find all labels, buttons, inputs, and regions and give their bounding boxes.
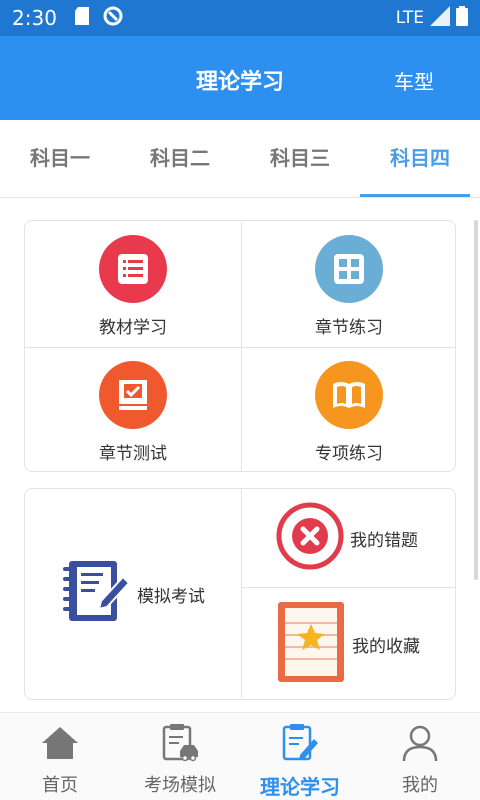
notebook-pen-icon (61, 557, 131, 631)
tab-subject-4[interactable]: 科目四 (360, 120, 480, 197)
nav-exam-simulation[interactable]: 考场模拟 (120, 713, 240, 800)
nav-theory-study-label: 理论学习 (260, 775, 340, 799)
app-bar: 理论学习 车型 (0, 36, 480, 120)
mock-exam-button[interactable]: 模拟考试 (25, 489, 241, 699)
my-wrong-questions-label: 我的错题 (350, 530, 418, 551)
sd-card-icon (74, 6, 89, 30)
nav-theory-study[interactable]: 理论学习 (240, 713, 360, 800)
signal-icon (430, 5, 450, 31)
status-time: 2:30 (12, 6, 57, 30)
book-icon (315, 361, 383, 429)
status-right: LTE (395, 5, 468, 31)
scrollbar[interactable] (474, 220, 478, 580)
exam-car-icon (160, 723, 200, 767)
chapter-practice-button[interactable]: 章节练习 (241, 221, 457, 347)
wrong-x-icon (276, 502, 344, 574)
tab-subject-1[interactable]: 科目一 (0, 120, 120, 197)
textbook-icon (99, 235, 167, 303)
bottom-navigation: 首页 考场模拟 理论学习 我的 (0, 712, 480, 800)
star-note-icon (276, 600, 346, 688)
mock-exam-label: 模拟考试 (137, 586, 205, 607)
special-practice-label: 专项练习 (315, 444, 383, 464)
nav-home-label: 首页 (42, 775, 78, 796)
chapter-test-label: 章节测试 (99, 444, 167, 464)
subject-tabs: 科目一 科目二 科目三 科目四 (0, 120, 480, 198)
grid-icon (315, 235, 383, 303)
car-type-button[interactable]: 车型 (394, 66, 434, 95)
tab-subject-3[interactable]: 科目三 (240, 120, 360, 197)
study-pen-icon (280, 723, 320, 767)
textbook-study-button[interactable]: 教材学习 (25, 221, 241, 347)
chapter-practice-label: 章节练习 (315, 318, 383, 338)
my-favorites-label: 我的收藏 (352, 636, 420, 657)
special-practice-button[interactable]: 专项练习 (241, 347, 457, 473)
battery-icon (456, 5, 468, 31)
main-content: 教材学习 章节练习 章节测试 专项练习 模拟考试 我的错题 我的收藏 (0, 198, 480, 712)
nav-exam-simulation-label: 考场模拟 (144, 775, 216, 796)
status-bar: 2:30 LTE (0, 0, 480, 36)
my-wrong-questions-button[interactable]: 我的错题 (242, 489, 456, 587)
my-favorites-button[interactable]: 我的收藏 (242, 588, 456, 700)
user-icon (400, 723, 440, 767)
chapter-test-button[interactable]: 章节测试 (25, 347, 241, 473)
test-icon (99, 361, 167, 429)
nav-profile-label: 我的 (402, 775, 438, 796)
no-disturb-icon (103, 6, 123, 31)
study-grid: 教材学习 章节练习 章节测试 专项练习 (24, 220, 456, 472)
network-label: LTE (395, 8, 424, 28)
textbook-study-label: 教材学习 (99, 318, 167, 338)
home-icon (40, 723, 80, 767)
nav-home[interactable]: 首页 (0, 713, 120, 800)
tab-subject-2[interactable]: 科目二 (120, 120, 240, 197)
exam-card: 模拟考试 我的错题 我的收藏 (24, 488, 456, 700)
nav-profile[interactable]: 我的 (360, 713, 480, 800)
